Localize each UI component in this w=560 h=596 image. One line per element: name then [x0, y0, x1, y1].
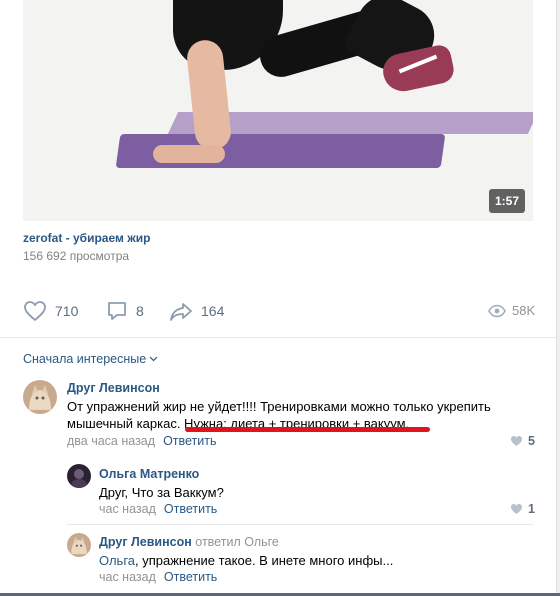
comment-author[interactable]: Друг Левинсон: [67, 381, 160, 395]
like-count: 710: [55, 303, 79, 319]
reply-link[interactable]: Ответить: [164, 502, 217, 516]
comment-text-part: мышечный каркас.: [67, 416, 181, 431]
video-player[interactable]: 1:57: [23, 0, 533, 221]
views-counter: 58K: [488, 303, 535, 318]
heart-icon: [24, 301, 46, 322]
comment-sort-dropdown[interactable]: Сначала интересные: [23, 352, 158, 366]
divider: [0, 337, 556, 338]
comment-meta: час назад Ответить: [99, 502, 217, 516]
post-card: 1:57 zerofat - убираем жир 156 692 просм…: [0, 0, 557, 593]
comment-text-part: , упражнение такое. В инете много инфы..…: [135, 553, 394, 568]
comment-time[interactable]: два часа назад: [67, 434, 155, 448]
heart-icon: [511, 504, 522, 514]
video-title[interactable]: zerofat - убираем жир: [23, 231, 150, 245]
share-count: 164: [201, 303, 225, 319]
video-duration: 1:57: [488, 189, 525, 213]
mention-link[interactable]: Ольга: [99, 553, 135, 568]
comment-icon: [108, 302, 126, 320]
post-actions: 710 8 164 58K: [23, 300, 535, 326]
comment-author-line: Друг Левинсон ответил Ольге: [99, 535, 279, 549]
video-views: 156 692 просмотра: [23, 249, 130, 263]
reply-link[interactable]: Ответить: [163, 434, 216, 448]
comment-text-line: От упражнений жир не уйдет!!!! Тренировк…: [67, 399, 491, 414]
comment-like-count: 1: [528, 502, 535, 516]
eye-icon: [488, 304, 506, 317]
comment-text: Ольга, упражнение такое. В инете много и…: [99, 552, 529, 569]
reply-link[interactable]: Ответить: [164, 570, 217, 584]
comment-meta: час назад Ответить: [99, 570, 217, 584]
comment-button[interactable]: 8: [106, 300, 144, 322]
divider: [67, 524, 533, 525]
replied-to[interactable]: ответил Ольге: [195, 535, 279, 549]
comment-time[interactable]: час назад: [99, 570, 156, 584]
user-avatar-icon: [67, 464, 91, 488]
views-count: 58K: [512, 303, 536, 318]
cat-avatar-icon: [23, 380, 57, 414]
red-underline-annotation: [185, 427, 430, 432]
comment-meta: два часа назад Ответить: [67, 434, 217, 448]
like-button[interactable]: 710: [23, 300, 78, 322]
comment-text: Друг, Что за Ваккум?: [99, 485, 224, 500]
comment-like-button[interactable]: 5: [510, 434, 535, 448]
comment-like-count: 5: [528, 434, 535, 448]
video-frame-figure: [153, 145, 225, 163]
comment-like-button[interactable]: 1: [510, 502, 535, 516]
sort-label: Сначала интересные: [23, 352, 147, 366]
comment-author[interactable]: Ольга Матренко: [99, 467, 199, 481]
avatar[interactable]: [23, 380, 57, 414]
avatar[interactable]: [67, 464, 91, 488]
comment-author[interactable]: Друг Левинсон: [99, 535, 192, 549]
share-icon: [170, 303, 192, 321]
comment-time[interactable]: час назад: [99, 502, 156, 516]
cat-avatar-icon: [67, 533, 91, 557]
chevron-down-icon: [149, 356, 158, 362]
heart-icon: [511, 436, 522, 446]
share-button[interactable]: 164: [169, 300, 224, 322]
comment-count: 8: [136, 303, 144, 319]
avatar[interactable]: [67, 533, 91, 557]
